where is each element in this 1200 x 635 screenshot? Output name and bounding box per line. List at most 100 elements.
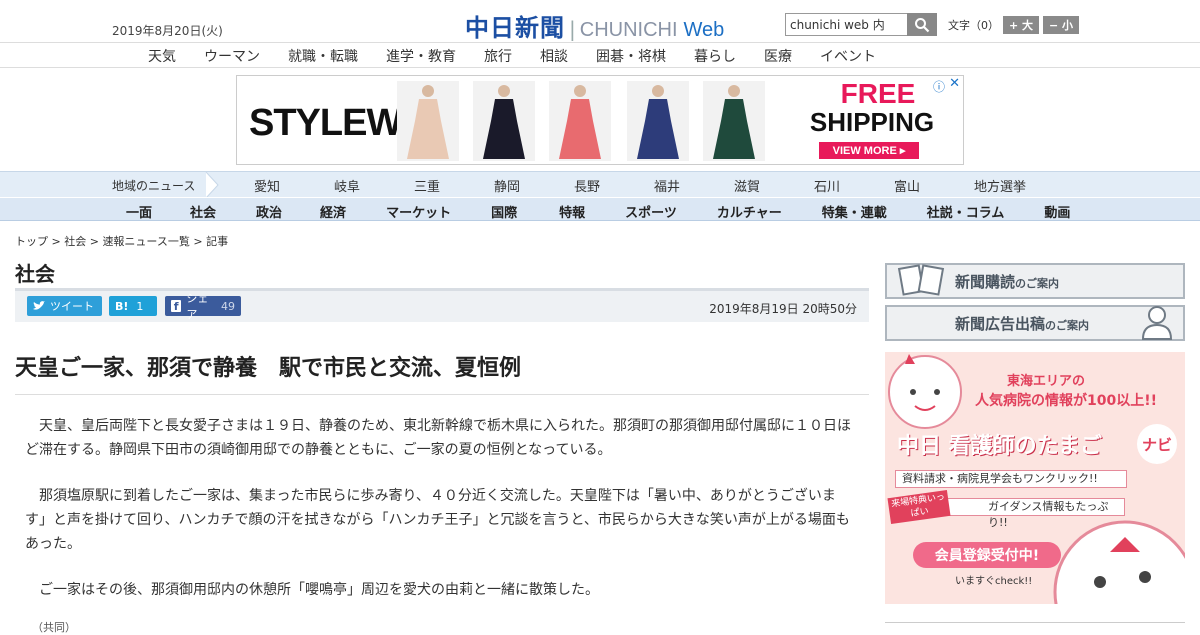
region-nav-item[interactable]: 滋賀 bbox=[734, 176, 814, 195]
font-smaller-button[interactable]: − 小 bbox=[1043, 16, 1079, 34]
nurse-ad-navi: ナビ bbox=[1137, 424, 1177, 464]
main-nav-item[interactable]: マーケット bbox=[386, 202, 451, 221]
nurse-ad-line1: 東海エリアの bbox=[1007, 374, 1086, 389]
nurse-ad-strip2: ガイダンス情報もたっぷり!! bbox=[945, 498, 1125, 529]
search-input[interactable] bbox=[785, 13, 907, 36]
region-nav-item[interactable]: 岐阜 bbox=[334, 176, 414, 195]
top-nav-item[interactable]: 進学・教育 bbox=[386, 46, 456, 66]
article-headline: 天皇ご一家、那須で静養 駅で市民と交流、夏恒例 bbox=[15, 350, 869, 395]
ad-info-icon[interactable]: ⓘ bbox=[933, 78, 945, 95]
sidebar-divider bbox=[885, 622, 1185, 623]
main-nav-item[interactable]: 政治 bbox=[256, 202, 282, 221]
regional-news-bar: 地域のニュース 愛知 岐阜 三重 静岡 長野 福井 滋賀 石川 富山 地方選挙 bbox=[0, 171, 1200, 198]
ad-banner[interactable]: STYLEWE FREE SHIPPING VIEW MORE ▸ ⓘ ✕ bbox=[236, 75, 964, 165]
share-bar: ツイート B! 1 f シェア 49 2019年8月19日 20時50分 bbox=[15, 288, 869, 322]
region-nav-item[interactable]: 石川 bbox=[814, 176, 894, 195]
nurse-ad-line2: 人気病院の情報が100以上!! bbox=[975, 393, 1157, 409]
breadcrumb: トップ > 社会 > 速報ニュース一覧 > 記事 bbox=[15, 233, 228, 249]
nurse-ad-register-button[interactable]: 会員登録受付中! bbox=[913, 542, 1061, 568]
tweet-button[interactable]: ツイート bbox=[27, 296, 102, 316]
top-nav-item[interactable]: 暮らし bbox=[694, 46, 736, 66]
ad-product-image[interactable] bbox=[549, 81, 611, 161]
hatena-icon: B! bbox=[115, 299, 129, 313]
main-nav-item[interactable]: 社説・コラム bbox=[927, 202, 1005, 221]
main-navigation: 一面 社会 政治 経済 マーケット 国際 特報 スポーツ カルチャー 特集・連載 社説・コラム 動画 bbox=[0, 197, 1200, 221]
top-nav-item[interactable]: 囲碁・将棋 bbox=[596, 46, 666, 66]
main-nav-item[interactable]: スポーツ bbox=[625, 202, 677, 221]
breadcrumb-list[interactable]: 速報ニュース一覧 bbox=[102, 235, 189, 248]
main-nav-item[interactable]: 特集・連載 bbox=[822, 202, 887, 221]
tweet-label: ツイート bbox=[50, 300, 94, 313]
font-size-label: 文字（0） bbox=[948, 19, 999, 32]
article-paragraph: 那須塩原駅に到着したご一家は、集まった市民らに歩み寄り、４０分近く交流した。天皇… bbox=[25, 488, 850, 552]
region-nav-item[interactable]: 三重 bbox=[414, 176, 494, 195]
nurse-recruit-ad[interactable]: 東海エリアの 人気病院の情報が100以上!! 中日 看護師のたまご ナビ 資料請… bbox=[885, 352, 1185, 604]
subscribe-button[interactable]: 新聞購読のご案内 bbox=[885, 263, 1185, 299]
ad-headline-shipping: SHIPPING bbox=[809, 107, 935, 137]
region-nav-item[interactable]: 地方選挙 bbox=[974, 176, 1054, 195]
ad-view-more-button[interactable]: VIEW MORE ▸ bbox=[819, 142, 919, 159]
main-nav-item[interactable]: 動画 bbox=[1044, 202, 1070, 221]
search-icon bbox=[915, 17, 930, 32]
breadcrumb-top[interactable]: トップ bbox=[15, 235, 48, 248]
article-credit: （共同） bbox=[32, 621, 76, 634]
hatena-button[interactable]: B! 1 bbox=[109, 296, 157, 316]
site-search bbox=[785, 13, 937, 36]
section-title: 社会 bbox=[15, 262, 55, 286]
main-nav-item[interactable]: カルチャー bbox=[717, 202, 782, 221]
nurse-ad-title: 中日 看護師のたまご bbox=[897, 434, 1102, 459]
main-nav-item[interactable]: 特報 bbox=[559, 202, 585, 221]
logo-japanese: 中日新聞 bbox=[465, 13, 565, 42]
region-nav-item[interactable]: 富山 bbox=[894, 176, 974, 195]
breadcrumb-current: 記事 bbox=[206, 235, 229, 248]
top-nav-item[interactable]: 旅行 bbox=[484, 46, 512, 66]
hatena-count: 1 bbox=[136, 299, 144, 313]
ad-close-icon[interactable]: ✕ bbox=[949, 76, 960, 91]
top-nav-item[interactable]: 就職・転職 bbox=[288, 46, 358, 66]
region-nav-item[interactable]: 愛知 bbox=[254, 176, 334, 195]
top-nav-item[interactable]: 天気 bbox=[148, 46, 176, 66]
chevron-right-icon bbox=[205, 172, 219, 198]
site-logo[interactable]: 中日新聞 | CHUNICHI Web bbox=[465, 8, 724, 43]
top-nav-item[interactable]: 相談 bbox=[540, 46, 568, 66]
breadcrumb-section[interactable]: 社会 bbox=[64, 235, 86, 248]
main-nav-item[interactable]: 経済 bbox=[320, 202, 346, 221]
main-nav-item[interactable]: 一面 bbox=[126, 202, 152, 221]
font-size-control: 文字（0） + 大 − 小 bbox=[948, 16, 1079, 34]
region-nav-item[interactable]: 静岡 bbox=[494, 176, 574, 195]
region-nav-item[interactable]: 長野 bbox=[574, 176, 654, 195]
ad-product-image[interactable] bbox=[627, 81, 689, 161]
regional-news-label: 地域のニュース bbox=[112, 179, 196, 193]
advertise-label: 新聞広告出稿のご案内 bbox=[955, 315, 1090, 333]
publish-date: 2019年8月19日 20時50分 bbox=[709, 302, 857, 316]
font-bigger-button[interactable]: + 大 bbox=[1003, 16, 1039, 34]
top-nav-item[interactable]: 医療 bbox=[764, 46, 792, 66]
facebook-share-button[interactable]: f シェア 49 bbox=[165, 292, 241, 321]
main-nav-item[interactable]: 国際 bbox=[491, 202, 517, 221]
facebook-icon: f bbox=[171, 300, 182, 313]
nurse-ad-subtext: いますぐcheck!! bbox=[955, 576, 1033, 587]
subscribe-label: 新聞購読のご案内 bbox=[955, 273, 1060, 291]
advertise-button[interactable]: 新聞広告出稿のご案内 bbox=[885, 305, 1185, 341]
top-navigation: 天気 ウーマン 就職・転職 進学・教育 旅行 相談 囲碁・将棋 暮らし 医療 イベント bbox=[0, 42, 1200, 68]
main-nav-item[interactable]: 社会 bbox=[190, 202, 216, 221]
region-nav-item[interactable]: 福井 bbox=[654, 176, 734, 195]
search-button[interactable] bbox=[907, 13, 937, 36]
ad-product-image[interactable] bbox=[397, 81, 459, 161]
twitter-icon bbox=[33, 301, 45, 310]
ad-headline-free: FREE bbox=[840, 78, 916, 109]
ad-product-image[interactable] bbox=[703, 81, 765, 161]
breadcrumb-separator: > bbox=[189, 235, 207, 248]
article-body: 天皇、皇后両陛下と長女愛子さまは１９日、静養のため、東北新幹線で栃木県に入られた… bbox=[25, 414, 855, 624]
breadcrumb-separator: > bbox=[86, 235, 103, 248]
book-icon bbox=[897, 264, 945, 296]
ad-product-image[interactable] bbox=[473, 81, 535, 161]
top-nav-item[interactable]: ウーマン bbox=[204, 46, 260, 66]
facebook-share-count: 49 bbox=[221, 299, 235, 313]
top-nav-item[interactable]: イベント bbox=[820, 46, 876, 66]
breadcrumb-separator: > bbox=[48, 235, 65, 248]
article-paragraph: ご一家はその後、那須御用邸内の休憩所「嚶鳴亭」周辺を愛犬の由莉と一緒に散策した。 bbox=[39, 582, 599, 598]
facebook-share-label: シェア bbox=[186, 292, 209, 321]
logo-english: CHUNICHI bbox=[579, 19, 678, 41]
businessman-icon bbox=[1141, 306, 1173, 340]
